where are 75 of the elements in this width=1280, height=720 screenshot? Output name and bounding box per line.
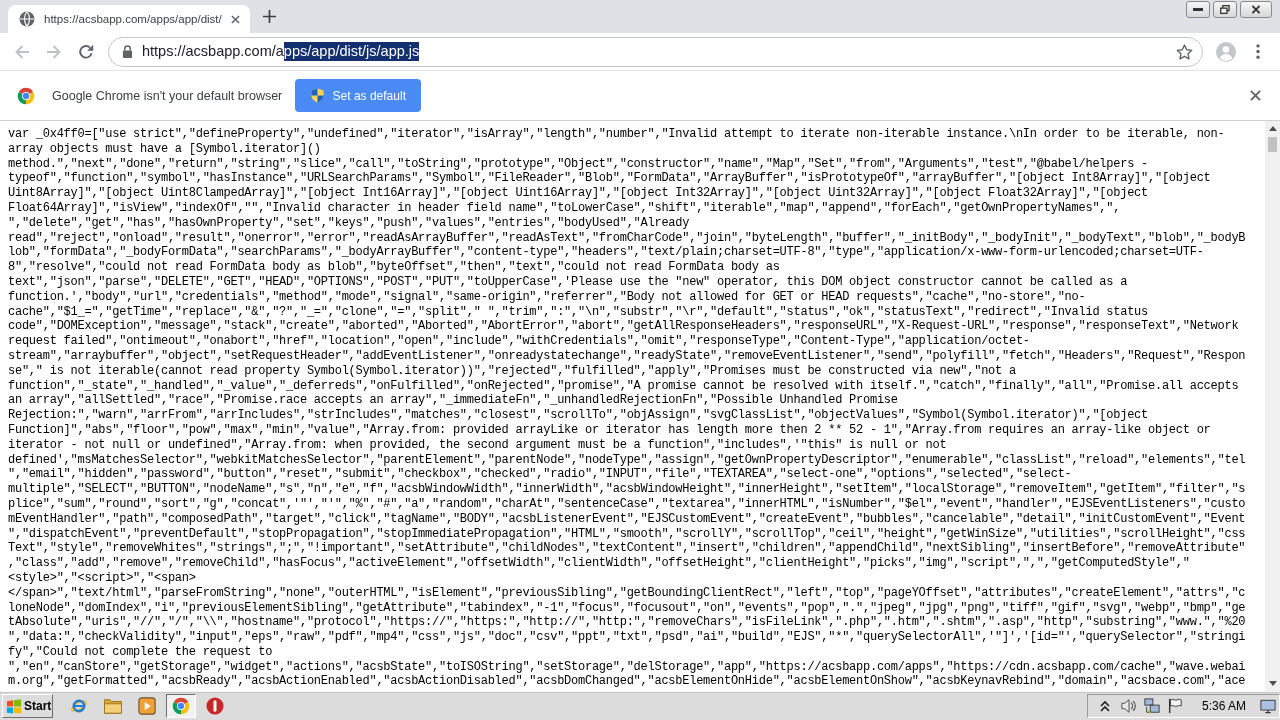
minimize-icon	[1193, 5, 1203, 14]
code-line: 8","resolve","could not read FormData body as blob","byteOffset","then","text","could not read FormData body as	[8, 260, 780, 275]
menu-icon[interactable]	[1256, 44, 1260, 59]
url-text: https://acsbapp.com/a	[142, 42, 284, 61]
circle-app-icon	[206, 697, 224, 715]
network-icon[interactable]	[1143, 698, 1160, 714]
close-icon[interactable]	[1250, 90, 1261, 101]
monitor-icon[interactable]	[1260, 698, 1276, 714]
close-icon	[1251, 5, 1261, 14]
code-line: ","en","canStore","getStorage","widget","actions","acsbState","toISOString","setStorage","delStorage","app","https://acsbapp.com/apps","https://cdn.acsbapp.com/cache","wave.webai	[8, 659, 1246, 675]
code-line: ","email","hidden","password","button","reset","submit","checkbox","checked","radio","INPUT","file","TEXTAREA","select-one","options","selected","select-	[8, 467, 1072, 483]
code-line: mEventHandler","path","composedPath","target","click","tagName","BODY","acsbListenerEvent","EJSCustomEvent","createEvent","bubbles","cancelable","detail","initCustomEvent","Event	[8, 511, 1246, 527]
code-line: fy","Could not complete the request to	[8, 644, 273, 660]
close-window-button[interactable]	[1240, 1, 1272, 18]
play-icon	[138, 697, 156, 715]
code-line: multiple","SELECT","BUTTON","nodeName","s","n","e","f","acsbWindowWidth","innerWidth","acsbWindowHeight","innerHeight","setItem","localStorage","removeItem","getItem","filter","s	[8, 482, 1246, 497]
code-line: ","data:","checkValidity","input","eps","raw","pdf","mp4","css","js","doc","csv","ppt","txt","psd","ai","build","EJS","*","querySelectorAll",'"]','[id="',"querySelector","stringi	[8, 630, 1246, 645]
code-line: function.',"body","url","credentials","method","mode","signal","same-origin","referrer","Body not allowed for GET or HEAD requests","cache","no-store","no-	[8, 289, 1086, 305]
new-tab-icon[interactable]	[263, 10, 276, 23]
code-line: stream","arraybuffer","object","setRequestHeader","addEventListener","onreadystatechange","readyState","removeEventListener","send","polyfill","fetch","Headers","Request","Respon	[8, 348, 1246, 364]
code-line: typeof","function","symbol","hasInstance","URLSearchParams","Symbol","FileReader","Blob","FormData","ArrayBuffer","isPrototypeOf","arrayBuffer","[object Int8Array]","[object	[8, 171, 1211, 187]
code-line: Rejection:","warn","arrFrom","arrIncludes","strIncludes","matches","closest","scrollTo","objAssign","svgClassList","objectValues","Symbol(Symbol.iterator)","[object	[8, 408, 1148, 423]
globe-icon	[19, 11, 35, 27]
code-line: function","_state","_handled","_value","_deferreds","onFulfilled","onRejected","promise","A promise cannot be resolved with itself.","catch","finally","all","Promise.all accepts	[8, 378, 1239, 394]
code-line: <style>","<script>","<span>	[8, 570, 196, 586]
chrome-logo-icon	[172, 697, 190, 715]
code-line: Uint8Array]","[object Uint8ClampedArray]","[object Int16Array]","[object Uint16Array]","[object Int32Array]","[object Uint32Array]","[object Float32Array]","[object	[8, 186, 1148, 201]
code-line: loneNode","domIndex","i","previousElementSibling","getAttribute","tabindex","-1","focus","focusout","on","events","pop",".","jpeg","jpg","png","tiff","gif","svg","webp","bmp","ge	[8, 600, 1246, 616]
code-line: read","reject","onload","result","onerror","error","readAsArrayBuffer","readAsText","fromCharCode","join","byteLength","buffer","_initBody","_bodyInit","_bodyText","blob","_bodyB	[8, 230, 1246, 246]
chrome-logo-icon	[17, 86, 35, 105]
code-line: Function]","abs","floor","pow","max","min","value","Array.from: provided arrayLike or iterator has length more then 2 ** 52 - 1","Array.from requires an array-like object or	[8, 422, 1211, 438]
scroll-down-icon[interactable]	[1268, 681, 1277, 686]
code-line: ,"class","add","remove","removeChild","hasFocus","activeElement","offsetWidth","clientWidth","offsetHeight","clientHeight","picks","img","script",",","getComputedStyle","	[8, 556, 1190, 571]
code-line: Text","style","removeWhites","strings",";","!important","setAttribute","childNodes","textContent","insert","children","appendChild","nextSibling","insertBefore","removeAttribute"	[8, 541, 1246, 557]
lock-icon[interactable]	[122, 45, 133, 58]
folder-icon	[104, 697, 122, 715]
star-icon[interactable]	[1176, 43, 1193, 60]
scrollbar-thumb[interactable]	[1268, 137, 1277, 152]
code-line: an array","allSettled","race","Promise.race accepts an array","_immediateFn","_unhandledRejectionFn","Possible Unhandled Promise	[8, 393, 898, 409]
code-line: code","DOMException","message","stack","create","aborted","Aborted","AbortError","abort","getAllResponseHeaders","responseURL","X-Request-URL","response","responseText","Network	[8, 319, 1239, 335]
code-line: lob","formData","_bodyFormData","searchParams","_bodyArrayBuffer","content-type","headers","text/plain;charset=UTF-8","type","application/x-www-form-urlencoded;charset=UTF-	[8, 245, 1204, 261]
restore-button[interactable]	[1213, 1, 1237, 18]
code-line: request failed","ontimeout","onabort","href","location","open","include","withCredentials","omit","responseType","Content-Type","application/octet-	[8, 334, 1030, 349]
flag-icon[interactable]	[1166, 698, 1183, 714]
code-line: cache","$1_=","getTime","replace","&","?","_=","clone","=","split"," ","trim",":","\n","substr","\r","default","status","ok","statusText","redirect","Invalid status	[8, 304, 1148, 320]
code-line: iterator - not null or undefined","Array.from: when provided, the second argument must be a function","includes",'"this" is null or not	[8, 437, 947, 453]
browser-logo-icon	[70, 697, 88, 715]
code-line: method.","next","done","return","string","slice","call","toString","prototype","Object","constructor","name","Map","Set","from","Arguments","test","@babel/helpers -	[8, 156, 1148, 172]
minimize-button[interactable]	[1186, 1, 1210, 18]
code-line: se"," is not iterable(cannot read property Symbol(Symbol.iterator))","rejected","fulfilled","apply","Promises must be constructed via new","not a	[8, 363, 1016, 379]
code-line: var _0x4ff0=["use strict","defineProperty","undefined","iterator","isArray","length","number","Invalid attempt to iterate non-iterable instance.\nIn order to be iterable, non-	[8, 127, 1225, 142]
code-line: ","dispatchEvent","preventDefault","stopPropagation","stopImmediatePropagation","HTML","smooth","scrollY","scrollTop","ceil","height","getWinSize","utilities","scrollHeight","css	[8, 526, 1246, 542]
code-line: Float64Array]","isView","indexOf","","Invalid character in header field name","toLowerCase","shift","iterable","map","append","forEach","getOwnPropertyNames",",	[8, 201, 1121, 216]
infobar-message: Google Chrome isn't your default browser	[52, 88, 283, 103]
code-line: </span>","text/html","parseFromString","none","outerHTML","isElement","previousSibling","getBoundingClientRect","left","top","pageYOffset","attributes","createElement","attrs","c	[8, 585, 1246, 601]
code-line: m.org","getFormatted","acsbReady","acsbActionEnabled","acsbActionDisabled","acsbDomChanged","acsbElementOnHide","acsbElementOnShow","acsbKeynavRebind","domain","acsbace.com","ace	[8, 674, 1246, 690]
start-button[interactable]: Start	[2, 694, 53, 718]
shield-icon	[310, 88, 324, 103]
reload-icon[interactable]	[78, 43, 94, 60]
scroll-up-icon[interactable]	[1268, 126, 1277, 131]
chevron-up-icon[interactable]	[1099, 700, 1110, 712]
browser-tab[interactable]: https://acsbapp.com/apps/app/dist/	[8, 5, 250, 33]
code-line: ","delete","get","has","hasOwnProperty","set","keys","push","values","entries","bodyUsed","Already	[8, 215, 690, 231]
code-line: tAbsolute","uris","//","/","\\","hostname","protocol","https://","https:","http://","http:","removeChars","isFileLink",".php",".htm",".shtm",".asp","http","substring","www.","%20	[8, 615, 1246, 631]
clock[interactable]: 5:36 AM	[1201, 699, 1246, 713]
code-line: array objects must have a [Symbol.iterator]()	[8, 141, 321, 157]
restore-icon	[1220, 5, 1230, 14]
windows-logo-icon	[6, 698, 22, 714]
code-line: text","json","parse","DELETE","GET","HEAD","OPTIONS","POST","PUT","toUpperCase",'Please use the "new" operator, this DOM object constructor cannot be called as a	[8, 274, 1128, 290]
speaker-icon[interactable]	[1120, 698, 1137, 714]
taskbar-button[interactable]	[166, 694, 196, 718]
code-line: defined',"msMatchesSelector","webkitMatchesSelector","parentElement","parentNode","nodeType","assign","getOwnPropertyDescriptor","enumerable","classList","reload","elements","tel	[8, 452, 1246, 468]
scrollbar[interactable]	[1265, 121, 1280, 691]
code-line: plice","sum","round","sort","g","concat",'"',"'","%","#","a","random","charAt","sentenceCase","textarea","innerHTML","isNumber","$el","event","handler","EJSEventListeners","custo	[8, 496, 1246, 512]
close-tab-icon[interactable]	[230, 14, 240, 24]
